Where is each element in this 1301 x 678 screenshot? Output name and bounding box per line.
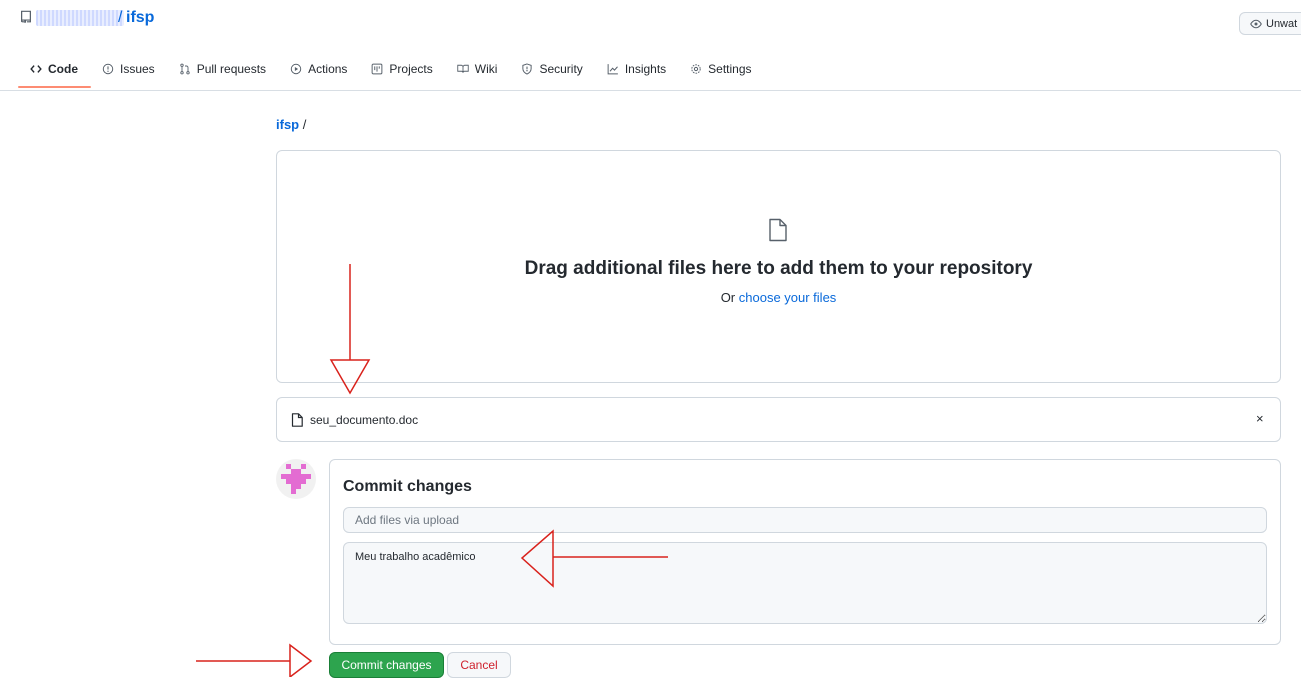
tab-wiki[interactable]: Wiki xyxy=(445,57,510,81)
commit-form: Commit changes Meu trabalho acadêmico xyxy=(329,459,1281,645)
gear-icon xyxy=(690,63,702,75)
annotation-arrow-right xyxy=(196,643,313,677)
tab-code[interactable]: Code xyxy=(18,57,90,81)
tab-label: Actions xyxy=(308,62,348,76)
commit-title: Commit changes xyxy=(343,478,472,495)
tab-label: Pull requests xyxy=(196,62,267,76)
breadcrumb: ifsp / xyxy=(276,117,306,132)
breadcrumb-separator: / xyxy=(302,117,307,132)
play-icon xyxy=(290,63,302,75)
unwatch-label: Unwat xyxy=(1266,17,1298,30)
tab-actions[interactable]: Actions xyxy=(278,57,359,81)
file-icon xyxy=(291,413,303,427)
repo-owner-link[interactable] xyxy=(36,10,124,26)
repo-icon xyxy=(19,10,33,24)
unwatch-button[interactable]: Unwat xyxy=(1239,12,1301,35)
commit-summary-input[interactable] xyxy=(343,507,1267,533)
book-icon xyxy=(457,63,469,75)
tab-label: Insights xyxy=(624,62,667,76)
tab-label: Wiki xyxy=(474,62,498,76)
uploaded-file-name: seu_documento.doc xyxy=(310,413,419,427)
drop-zone-prefix: Or xyxy=(720,290,739,305)
commit-changes-button[interactable]: Commit changes xyxy=(329,652,444,678)
choose-files-link[interactable]: choose your files xyxy=(739,290,837,305)
tab-projects[interactable]: Projects xyxy=(359,57,444,81)
drop-zone-subtitle: Or choose your files xyxy=(277,290,1280,305)
eye-icon xyxy=(1250,18,1262,30)
pull-request-icon xyxy=(179,63,191,75)
cancel-button[interactable]: Cancel xyxy=(447,652,511,678)
tab-label: Code xyxy=(48,62,78,76)
breadcrumb-repo-link[interactable]: ifsp xyxy=(276,117,299,132)
tab-label: Projects xyxy=(389,62,433,76)
avatar[interactable] xyxy=(276,459,316,499)
commit-description-input[interactable]: Meu trabalho acadêmico xyxy=(343,542,1267,624)
repo-separator: / xyxy=(118,9,123,26)
project-icon xyxy=(371,63,383,75)
tab-settings[interactable]: Settings xyxy=(678,57,763,81)
file-icon xyxy=(767,218,789,242)
graph-icon xyxy=(607,63,619,75)
tab-pull-requests[interactable]: Pull requests xyxy=(167,57,278,81)
remove-file-button[interactable]: × xyxy=(1256,411,1264,426)
active-tab-underline xyxy=(18,86,91,88)
shield-icon xyxy=(521,63,533,75)
tab-insights[interactable]: Insights xyxy=(595,57,678,81)
repo-header: / ifsp Unwat Code Issues Pull requests A… xyxy=(0,0,1301,91)
tab-security[interactable]: Security xyxy=(509,57,594,81)
code-icon xyxy=(30,63,42,75)
issue-icon xyxy=(102,63,114,75)
file-drop-zone[interactable]: Drag additional files here to add them t… xyxy=(276,150,1281,383)
tab-label: Issues xyxy=(120,62,155,76)
repo-name-link[interactable]: ifsp xyxy=(126,9,154,27)
drop-zone-title: Drag additional files here to add them t… xyxy=(524,258,1033,279)
tab-label: Settings xyxy=(708,62,752,76)
tab-label: Security xyxy=(539,62,583,76)
tab-issues[interactable]: Issues xyxy=(90,57,167,81)
uploaded-file-row: seu_documento.doc × xyxy=(276,397,1281,442)
repo-tabs: Code Issues Pull requests Actions Projec… xyxy=(18,57,764,89)
